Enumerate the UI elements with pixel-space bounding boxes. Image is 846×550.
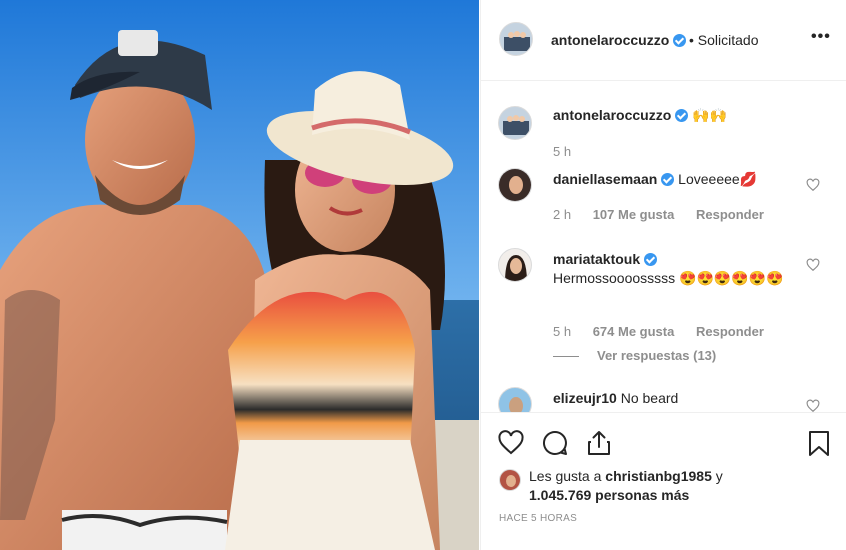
author-avatar[interactable] [499,22,533,56]
post-photo[interactable] [0,0,479,550]
verified-icon [675,109,689,122]
like-comment-icon[interactable] [806,258,820,272]
comment-username[interactable]: elizeujr10 [553,390,617,406]
comments-list[interactable]: antonelaroccuzzo 🙌🙌 5 h daniellasemaan L… [481,82,846,412]
share-icon[interactable] [585,429,613,457]
comment-likes[interactable]: 674 Me gusta [593,324,675,339]
likes-text: Les gusta a christianbg1985 y 1.045.769 … [529,468,723,503]
liker-username[interactable]: christianbg1985 [605,468,712,484]
comment-username[interactable]: daniellasemaan [553,171,657,187]
author-username[interactable]: antonelaroccuzzo [551,32,687,48]
post-actions: Les gusta a christianbg1985 y 1.045.769 … [481,412,846,550]
view-replies-button[interactable]: Ver respuestas (13) [553,348,716,363]
heart-icon[interactable] [497,429,525,457]
more-icon[interactable]: ••• [811,28,831,46]
verified-icon [661,173,675,186]
commenter-avatar[interactable] [498,168,532,202]
liker-avatar[interactable] [499,469,521,491]
post-timestamp[interactable]: HACE 5 HORAS [499,513,577,524]
comment-username[interactable]: mariataktouk [553,251,640,267]
likes-count[interactable]: 1.045.769 personas más [529,487,689,503]
reply-button[interactable]: Responder [696,207,764,222]
caption-username[interactable]: antonelaroccuzzo [553,107,671,123]
verified-icon [673,34,687,47]
comment-text: mariataktouk Hermossoooosssss 😍😍😍😍😍😍 [553,251,784,286]
commenter-avatar[interactable] [498,248,532,282]
commenter-avatar[interactable] [498,387,532,412]
like-comment-icon[interactable] [806,178,820,192]
comment-icon[interactable] [541,429,569,457]
follow-status[interactable]: • Solicitado [689,32,759,48]
comment-text: elizeujr10 No beard [553,390,679,406]
bookmark-icon[interactable] [805,429,833,457]
comment-meta: 2 h 107 Me gusta Responder [553,207,764,222]
post-sidebar: antonelaroccuzzo • Solicitado ••• antone… [480,0,846,550]
reply-button[interactable]: Responder [696,324,764,339]
caption-time: 5 h [553,144,572,159]
comment-text: daniellasemaan Loveeeee💋 [553,171,758,187]
like-comment-icon[interactable] [806,399,820,412]
verified-icon [644,253,658,266]
comment-likes[interactable]: 107 Me gusta [593,207,675,222]
caption-emoji: 🙌🙌 [692,107,728,123]
replies-divider [553,356,579,358]
post-header: antonelaroccuzzo • Solicitado ••• [481,0,846,81]
caption-text: antonelaroccuzzo 🙌🙌 [553,106,793,125]
comment-meta: 5 h 674 Me gusta Responder [553,324,764,339]
author-avatar-caption[interactable] [498,106,532,140]
